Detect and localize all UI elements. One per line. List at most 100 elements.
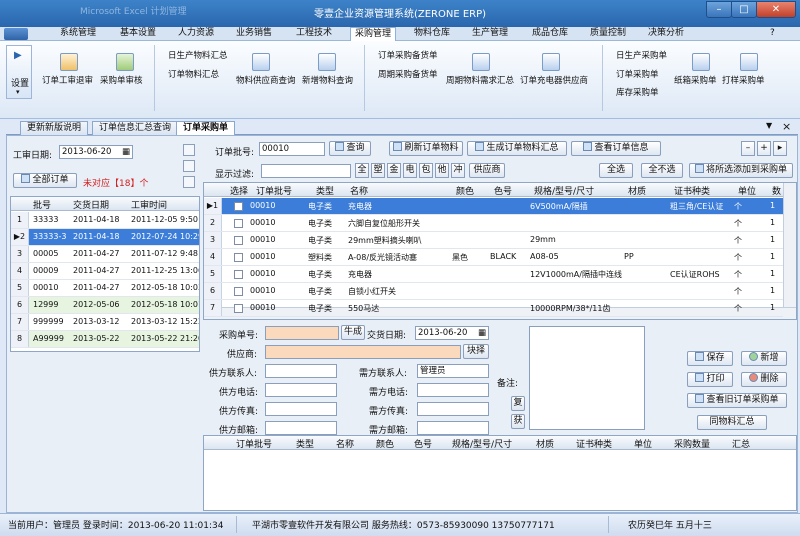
table-row[interactable]: 1 33333 2011-04-18 2011-12-05 9:50: [11, 212, 199, 229]
demand-fax-input[interactable]: [417, 402, 489, 416]
collapse-button[interactable]: –: [741, 141, 755, 156]
help-icon[interactable]: ?: [770, 28, 775, 38]
supplier-input[interactable]: [265, 345, 461, 359]
deselect-all-button[interactable]: 全不选: [641, 163, 683, 178]
filter-chip-packaging[interactable]: 包: [419, 163, 433, 178]
sample-po-button[interactable]: 打样采购单: [722, 74, 765, 86]
table-row[interactable]: 2 00010 电子类 六脚自复位船形开关 个 1: [204, 215, 783, 232]
settings-button[interactable]: ▶ 设置 ▾: [6, 45, 32, 99]
daily-material-summary-button[interactable]: 日生产物料汇总: [168, 49, 228, 61]
order-purchase-stock-button[interactable]: 订单采购备货单: [378, 49, 438, 61]
save-button[interactable]: 保存: [687, 351, 733, 366]
filter-chip-supplier[interactable]: 供应商: [469, 163, 505, 178]
filter-chip-metal[interactable]: 金: [387, 163, 401, 178]
material-supplier-query-button[interactable]: 物料供应商查询: [236, 74, 296, 86]
close-button[interactable]: ✕: [756, 1, 796, 18]
all-orders-button[interactable]: 全部订单: [13, 173, 77, 188]
row-header[interactable]: 8: [11, 331, 29, 347]
side-toggle-2[interactable]: [183, 160, 195, 172]
filter-chip-plastic[interactable]: 塑: [371, 163, 385, 178]
demand-phone-input[interactable]: [417, 383, 489, 397]
table-row[interactable]: 6 12999 2012-05-06 2012-05-18 10:01: [11, 297, 199, 314]
row-header[interactable]: 6: [204, 283, 222, 299]
row-header[interactable]: 7: [11, 314, 29, 330]
fetch-note-button[interactable]: 获: [511, 414, 525, 429]
new-material-query-button[interactable]: 新增物料查询: [302, 74, 353, 86]
cycle-purchase-stock-button[interactable]: 周期采购备货单: [378, 68, 438, 80]
row-header[interactable]: 3: [204, 232, 222, 248]
table-row[interactable]: 5 00010 电子类 充电器 12V1000mA/隔插中连线 CE认证ROHS 个 1: [204, 266, 783, 283]
side-toggle-3[interactable]: [183, 176, 195, 188]
new-button[interactable]: 新增: [741, 351, 787, 366]
table-row[interactable]: 3 00010 电子类 29mm塑料摘头喇叭 29mm 个 1: [204, 232, 783, 249]
minimize-button[interactable]: –: [706, 1, 732, 18]
delete-button[interactable]: 删除: [741, 372, 787, 387]
delivery-date-picker[interactable]: 2013-06-20 ▦: [415, 326, 489, 340]
row-header[interactable]: 1: [11, 212, 29, 228]
charger-supplier-button[interactable]: 订单充电器供应商: [520, 74, 588, 86]
po-number-input[interactable]: [265, 326, 339, 340]
tab-update-notes[interactable]: 更新新版说明: [20, 121, 89, 135]
menu-tab-system[interactable]: 系统管理: [56, 27, 100, 41]
menu-tab-engineering[interactable]: 工程技术: [292, 27, 336, 41]
generate-po-number-button[interactable]: 牛成: [341, 325, 365, 340]
supplier-email-input[interactable]: [265, 421, 337, 435]
row-header[interactable]: 7: [204, 300, 222, 316]
demand-email-input[interactable]: [417, 421, 489, 435]
generate-summary-button[interactable]: 生成订单物料汇总: [467, 141, 567, 156]
demand-contact-input[interactable]: 管理员: [417, 364, 489, 378]
choose-supplier-button[interactable]: 块择: [463, 344, 489, 359]
row-select-checkbox[interactable]: [234, 219, 243, 228]
supplier-contact-input[interactable]: [265, 364, 337, 378]
row-select-checkbox[interactable]: [234, 236, 243, 245]
row-header[interactable]: ▶1: [204, 198, 222, 214]
row-select-checkbox[interactable]: [234, 202, 243, 211]
audit-button[interactable]: 订单工审退审: [42, 74, 93, 86]
side-toggle-1[interactable]: [183, 144, 195, 156]
table-row[interactable]: ▶2 33333-3 2011-04-18 2012-07-24 10:29: [11, 229, 199, 246]
row-select-checkbox[interactable]: [234, 253, 243, 262]
row-header[interactable]: 6: [11, 297, 29, 313]
row-header[interactable]: ▶2: [11, 229, 29, 245]
row-header[interactable]: 2: [204, 215, 222, 231]
table-row[interactable]: 4 00010 塑料类 A-08/反光镜活动塞 黑色 BLACK A08-05 PP 个 1: [204, 249, 783, 266]
menu-tab-decision[interactable]: 决策分析: [644, 27, 688, 41]
add-to-po-button[interactable]: 将所选添加到采购单: [689, 163, 793, 178]
cycle-material-demand-button[interactable]: 周期物料需求汇总: [446, 74, 514, 86]
tab-list-icon[interactable]: ▼: [766, 121, 772, 130]
row-header[interactable]: 4: [204, 249, 222, 265]
audit-date-picker[interactable]: 2013-06-20 ▦: [59, 145, 133, 159]
row-select-checkbox[interactable]: [234, 304, 243, 313]
query-button[interactable]: 查询: [329, 141, 371, 156]
row-header[interactable]: 3: [11, 246, 29, 262]
supplier-fax-input[interactable]: [265, 402, 337, 416]
refresh-materials-button[interactable]: 刷新订单物料: [389, 141, 463, 156]
table-row[interactable]: 8 A99999 2013-05-22 2013-05-22 21:20: [11, 331, 199, 348]
tab-order-summary-query[interactable]: 订单信息汇总查询: [92, 121, 179, 135]
filter-chip-stamping[interactable]: 冲: [451, 163, 465, 178]
row-select-checkbox[interactable]: [234, 270, 243, 279]
note-textarea[interactable]: [529, 326, 645, 430]
table-row[interactable]: 5 00010 2011-04-27 2012-05-18 10:03: [11, 280, 199, 297]
table-row[interactable]: 3 00005 2011-04-27 2011-07-12 9:48: [11, 246, 199, 263]
filter-chip-electronic[interactable]: 电: [403, 163, 417, 178]
order-material-summary-button[interactable]: 订单物料汇总: [168, 68, 219, 80]
menu-tab-purchasing[interactable]: 采购管理: [350, 27, 397, 42]
menu-tab-production[interactable]: 生产管理: [468, 27, 512, 41]
view-order-info-button[interactable]: 查看订单信息: [571, 141, 661, 156]
table-row[interactable]: 7 999999 2013-03-12 2013-03-12 15:22: [11, 314, 199, 331]
order-po-button[interactable]: 订单采购单: [616, 68, 659, 80]
view-old-po-button[interactable]: 查看旧订单采购单: [687, 393, 787, 408]
row-select-checkbox[interactable]: [234, 287, 243, 296]
tab-order-purchase[interactable]: 订单采购单: [176, 121, 236, 135]
row-header[interactable]: 5: [204, 266, 222, 282]
tab-close-icon[interactable]: ×: [782, 120, 791, 133]
table-row[interactable]: 7 00010 电子类 550马达 10000RPM/38*/11齿 个 1: [204, 300, 783, 317]
maximize-button[interactable]: □: [731, 1, 757, 18]
table-row[interactable]: 6 00010 电子类 自锁小红开关 个 1: [204, 283, 783, 300]
copy-note-button[interactable]: 复: [511, 396, 525, 411]
app-menu-button[interactable]: [4, 28, 28, 40]
table-row[interactable]: ▶1 00010 电子类 充电器 6V500mA/隔插 粗三角/CE认证 个 1: [204, 198, 783, 215]
sync-summary-button[interactable]: 同物料汇总: [697, 415, 767, 430]
filter-chip-other[interactable]: 他: [435, 163, 449, 178]
